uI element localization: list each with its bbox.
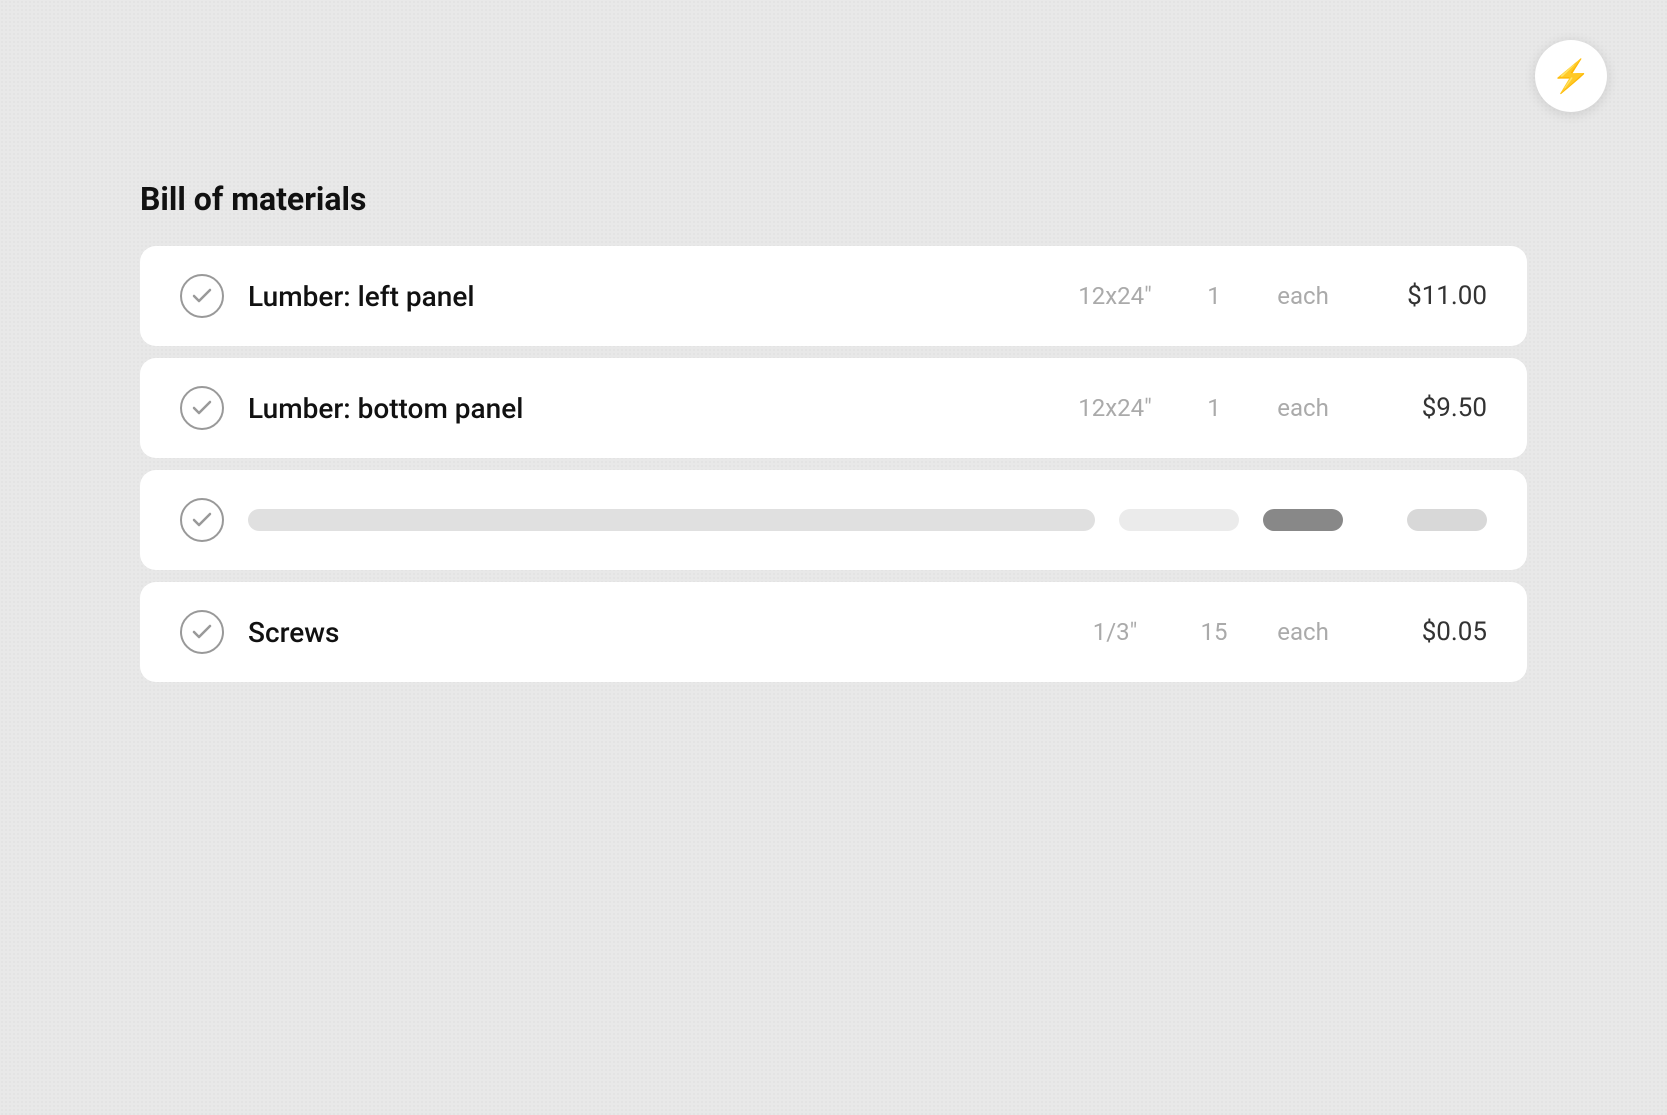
loading-price-bar — [1407, 509, 1487, 531]
table-row[interactable] — [140, 470, 1527, 570]
page-title: Bill of materials — [140, 180, 1527, 218]
table-row[interactable]: Lumber: bottom panel 12x24" 1 each $9.50 — [140, 358, 1527, 458]
item-unit: each — [1263, 394, 1343, 422]
item-name: Lumber: bottom panel — [248, 392, 1041, 425]
lightning-button[interactable]: ⚡ — [1535, 40, 1607, 112]
loading-price-wrapper — [1367, 509, 1487, 531]
check-icon[interactable] — [180, 274, 224, 318]
loading-qty-wrapper — [1263, 509, 1343, 531]
loading-dim-wrapper — [1119, 509, 1239, 531]
item-unit: each — [1263, 282, 1343, 310]
item-quantity: 1 — [1189, 394, 1239, 422]
item-name: Screws — [248, 616, 1041, 649]
lightning-icon: ⚡ — [1551, 57, 1591, 95]
item-dimension: 12x24" — [1065, 394, 1165, 422]
table-row[interactable]: Screws 1/3" 15 each $0.05 — [140, 582, 1527, 682]
bom-list: Lumber: left panel12x24"1each$11.00Lumbe… — [140, 246, 1527, 682]
item-unit: each — [1263, 618, 1343, 646]
check-icon[interactable] — [180, 498, 224, 542]
item-price: $11.00 — [1367, 281, 1487, 311]
loading-name-bar — [248, 509, 1095, 531]
loading-dim-bar — [1119, 509, 1239, 531]
check-icon[interactable] — [180, 610, 224, 654]
main-container: Bill of materials Lumber: left panel 12x2… — [140, 180, 1527, 682]
table-row[interactable]: Lumber: left panel 12x24" 1 each $11.00 — [140, 246, 1527, 346]
item-price: $0.05 — [1367, 617, 1487, 647]
item-dimension: 12x24" — [1065, 282, 1165, 310]
item-quantity: 1 — [1189, 282, 1239, 310]
loading-qty-bar — [1263, 509, 1343, 531]
check-icon[interactable] — [180, 386, 224, 430]
item-quantity: 15 — [1189, 618, 1239, 646]
item-dimension: 1/3" — [1065, 618, 1165, 646]
item-price: $9.50 — [1367, 393, 1487, 423]
item-name: Lumber: left panel — [248, 280, 1041, 313]
